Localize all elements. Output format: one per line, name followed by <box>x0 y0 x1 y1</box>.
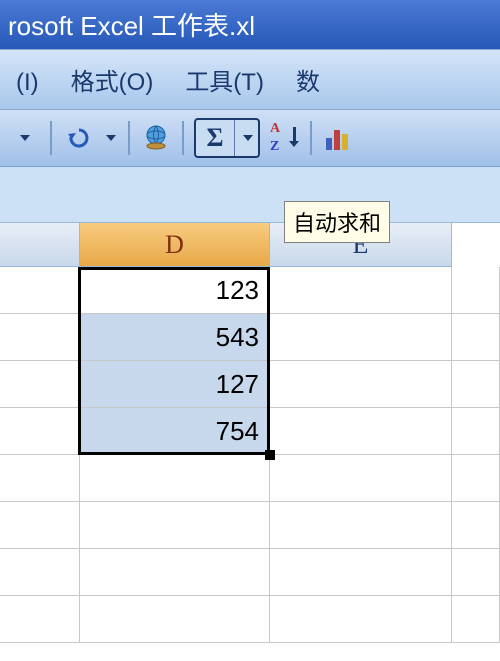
cell[interactable] <box>0 314 80 361</box>
cell[interactable] <box>0 502 80 549</box>
menu-insert[interactable]: (I) <box>6 65 49 101</box>
spreadsheet-grid[interactable]: 自动求和 D E 123 543 127 7 <box>0 223 500 643</box>
menu-bar: (I) 格式(O) 工具(T) 数 <box>0 49 500 110</box>
column-header-blank[interactable] <box>0 223 80 267</box>
cell-d4[interactable]: 754 <box>80 408 270 455</box>
cell[interactable] <box>270 267 452 314</box>
column-header-d[interactable]: D <box>80 223 270 267</box>
menu-format[interactable]: 格式(O) <box>61 58 164 101</box>
chevron-down-icon <box>106 135 116 141</box>
cell[interactable] <box>0 408 80 455</box>
separator <box>182 121 184 155</box>
autosum-button-group: Σ <box>194 118 260 158</box>
cell[interactable] <box>270 408 452 455</box>
cell[interactable] <box>80 455 270 502</box>
cell[interactable] <box>80 549 270 596</box>
separator <box>50 121 52 155</box>
cell[interactable] <box>270 361 452 408</box>
cell-d2[interactable]: 543 <box>80 314 270 361</box>
hyperlink-button[interactable] <box>138 118 174 158</box>
cell[interactable] <box>452 267 500 314</box>
cell[interactable] <box>452 361 500 408</box>
formula-bar-area <box>0 167 500 223</box>
separator <box>310 121 312 155</box>
autosum-dropdown[interactable] <box>234 120 258 156</box>
fill-handle[interactable] <box>265 450 275 460</box>
undo-button[interactable] <box>60 118 96 158</box>
separator <box>128 121 130 155</box>
cell[interactable] <box>80 502 270 549</box>
menu-data[interactable]: 数 <box>286 58 330 101</box>
cell[interactable] <box>270 502 452 549</box>
cell[interactable] <box>270 596 452 643</box>
cell[interactable] <box>452 314 500 361</box>
autosum-button[interactable]: Σ <box>196 120 234 156</box>
menu-tools[interactable]: 工具(T) <box>175 58 274 101</box>
chart-button[interactable] <box>320 118 356 158</box>
cell[interactable] <box>452 549 500 596</box>
chevron-down-icon <box>243 135 253 141</box>
cell[interactable] <box>270 549 452 596</box>
cell[interactable] <box>452 502 500 549</box>
cell[interactable] <box>452 455 500 502</box>
cell[interactable] <box>0 549 80 596</box>
cell[interactable] <box>270 455 452 502</box>
cell[interactable] <box>0 361 80 408</box>
sigma-icon: Σ <box>207 123 224 153</box>
cell[interactable] <box>0 596 80 643</box>
cell[interactable] <box>0 455 80 502</box>
cell-d1[interactable]: 123 <box>80 267 270 314</box>
sort-asc-icon: AZ <box>270 123 298 153</box>
cell[interactable] <box>80 596 270 643</box>
autosum-tooltip: 自动求和 <box>284 201 390 243</box>
cell[interactable] <box>452 596 500 643</box>
chevron-down-icon <box>20 135 30 141</box>
sort-asc-button[interactable]: AZ <box>266 118 302 158</box>
cell[interactable] <box>452 408 500 455</box>
toolbar: Σ AZ <box>0 110 500 167</box>
cell-d3[interactable]: 127 <box>80 361 270 408</box>
title-bar: rosoft Excel 工作表.xl <box>0 0 500 49</box>
cell[interactable] <box>270 314 452 361</box>
cell[interactable] <box>0 267 80 314</box>
toolbar-dropdown-1[interactable] <box>6 118 42 158</box>
window-title: rosoft Excel 工作表.xl <box>8 11 255 41</box>
undo-dropdown[interactable] <box>100 118 120 158</box>
